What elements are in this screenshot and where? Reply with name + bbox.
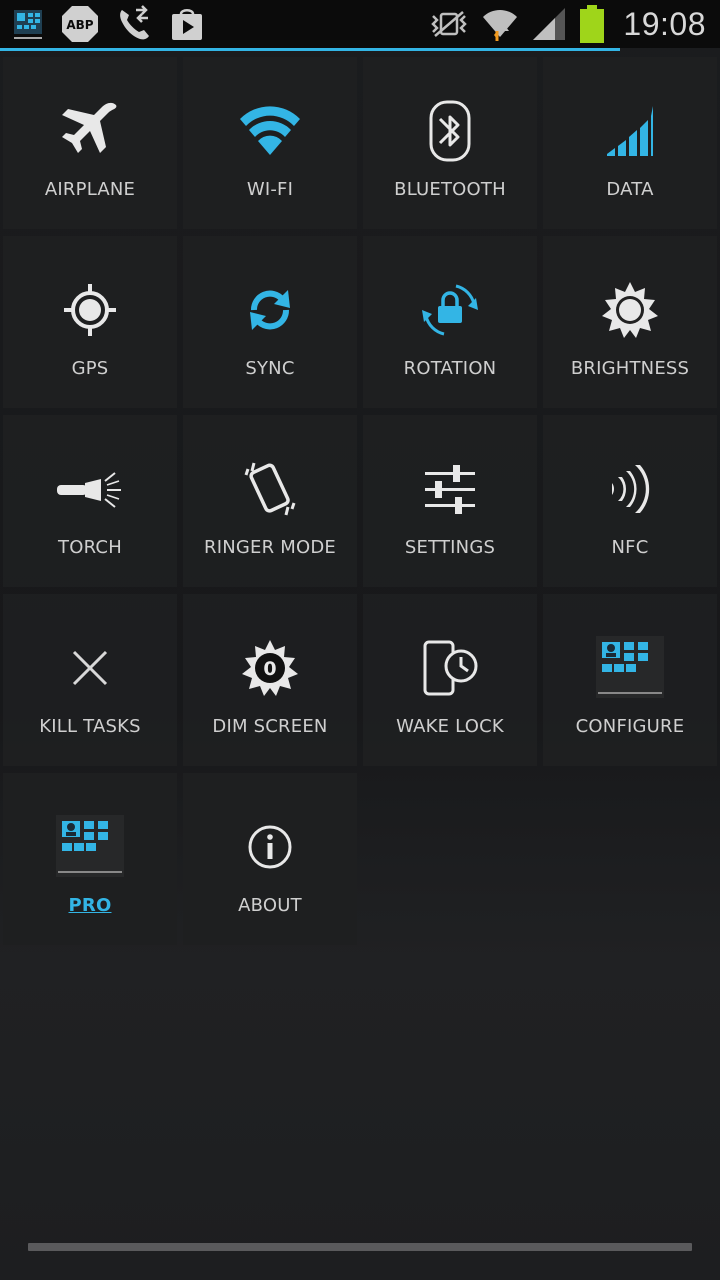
vibrate-silent-icon	[429, 6, 469, 42]
call-forward-icon	[114, 4, 154, 44]
tile-label: BRIGHTNESS	[570, 358, 690, 379]
tile-rotation[interactable]: ROTATION	[363, 236, 537, 408]
tile-settings[interactable]: SETTINGS	[363, 415, 537, 587]
tile-wifi[interactable]: WI-FI	[183, 57, 357, 229]
app-widget-icon	[3, 815, 177, 879]
tile-ringer-mode[interactable]: RINGER MODE	[183, 415, 357, 587]
pro-link[interactable]: PRO	[3, 895, 177, 916]
vibrate-phone-icon	[183, 457, 357, 521]
adblock-plus-icon: ABP	[60, 4, 100, 44]
tile-label: WI-FI	[246, 179, 294, 200]
tile-label: RINGER MODE	[204, 537, 336, 558]
tile-label: KILL TASKS	[39, 716, 141, 737]
tile-label: GPS	[71, 358, 109, 379]
tile-data[interactable]: DATA	[543, 57, 717, 229]
bluetooth-icon	[363, 99, 537, 163]
tile-kill-tasks[interactable]: KILL TASKS	[3, 594, 177, 766]
dim-screen-icon: 0	[183, 636, 357, 700]
tile-label: NFC	[611, 537, 649, 558]
tile-nfc[interactable]: NFC	[543, 415, 717, 587]
tile-torch[interactable]: TORCH	[3, 415, 177, 587]
tile-dim-screen[interactable]: 0 DIM SCREEN	[183, 594, 357, 766]
tile-about[interactable]: ABOUT	[183, 773, 357, 945]
brightness-icon	[543, 278, 717, 342]
tile-airplane[interactable]: AIRPLANE	[3, 57, 177, 229]
tile-configure[interactable]: CONFIGURE	[543, 594, 717, 766]
gps-icon	[3, 278, 177, 342]
battery-icon	[579, 5, 605, 43]
tile-bluetooth[interactable]: BLUETOOTH	[363, 57, 537, 229]
info-icon	[183, 815, 357, 879]
widget-icon	[10, 6, 46, 42]
tile-label: ABOUT	[238, 895, 302, 916]
status-bar: ABP 19:08	[0, 0, 720, 51]
close-icon	[3, 636, 177, 700]
tile-wake-lock[interactable]: WAKE LOCK	[363, 594, 537, 766]
tile-gps[interactable]: GPS	[3, 236, 177, 408]
wifi-icon	[183, 99, 357, 163]
data-signal-icon	[543, 99, 717, 163]
tile-label: DIM SCREEN	[212, 716, 328, 737]
torch-icon	[3, 457, 177, 521]
tile-label: SETTINGS	[404, 537, 496, 558]
tile-label: ROTATION	[403, 358, 497, 379]
app-widget-icon	[543, 636, 717, 700]
tile-brightness[interactable]: BRIGHTNESS	[543, 236, 717, 408]
airplane-icon	[3, 99, 177, 163]
clock: 19:08	[623, 5, 706, 42]
play-store-icon	[168, 5, 206, 43]
bottom-handle-bar[interactable]	[28, 1243, 692, 1251]
svg-text:ABP: ABP	[66, 18, 93, 32]
rotation-lock-icon	[363, 278, 537, 342]
tile-label: SYNC	[245, 358, 295, 379]
tile-label: DATA	[606, 179, 654, 200]
svg-text:0: 0	[263, 658, 276, 680]
signal-icon	[531, 6, 567, 42]
wake-lock-icon	[363, 636, 537, 700]
tile-label: AIRPLANE	[44, 179, 136, 200]
sliders-icon	[363, 457, 537, 521]
quick-settings-screen: ABP 19:08 AIRPLANE WI-FI BLUETOOTH DATA …	[0, 0, 720, 1280]
tile-label: CONFIGURE	[575, 716, 685, 737]
tile-label: TORCH	[58, 537, 122, 558]
status-accent-line	[0, 48, 620, 51]
sync-icon	[183, 278, 357, 342]
tile-label: WAKE LOCK	[396, 716, 504, 737]
wifi-activity-icon	[481, 5, 519, 43]
tile-label: BLUETOOTH	[394, 179, 506, 200]
nfc-icon	[543, 457, 717, 521]
tile-sync[interactable]: SYNC	[183, 236, 357, 408]
tile-pro[interactable]: PRO	[3, 773, 177, 945]
